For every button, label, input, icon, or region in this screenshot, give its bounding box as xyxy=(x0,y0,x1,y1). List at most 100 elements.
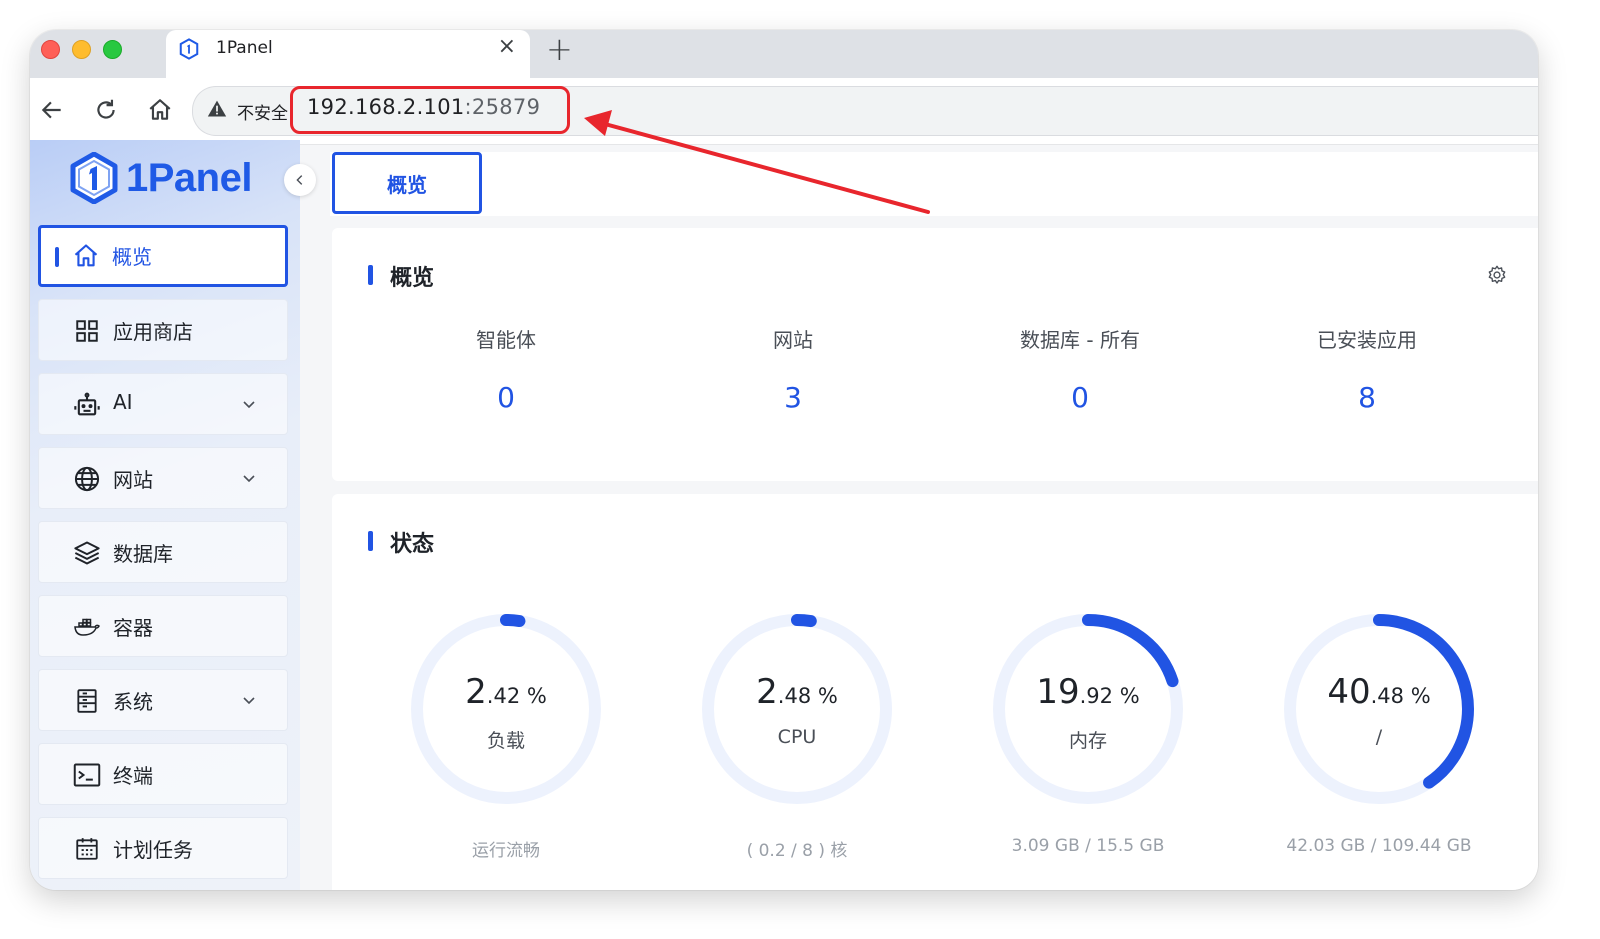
gauge-percent-unit: % xyxy=(811,684,838,708)
sidebar-item-app-store[interactable]: 应用商店 xyxy=(38,299,288,361)
gauge-percent-dec: .48 xyxy=(1370,684,1405,708)
close-window-button[interactable] xyxy=(41,40,60,59)
chevron-down-icon xyxy=(243,401,255,409)
sidebar-item-label: 应用商店 xyxy=(113,320,193,344)
gauge-percent: 2.42 % xyxy=(401,672,611,712)
sidebar-item-label: 概览 xyxy=(112,245,152,269)
sidebar-item-label: 数据库 xyxy=(113,542,173,566)
overview-card: 概览 智能体 0 网站 3 数据库 - 所有 0 已安装应用 8 xyxy=(332,228,1538,481)
gauge-load[interactable]: 2.42 % 负载 xyxy=(401,604,611,814)
calendar-icon xyxy=(73,835,101,863)
terminal-icon xyxy=(73,761,101,789)
status-title: 状态 xyxy=(370,526,434,558)
sidebar-item-label: 系统 xyxy=(113,690,153,714)
server-icon xyxy=(73,687,101,715)
tab-title: 1Panel xyxy=(216,38,273,58)
gear-icon[interactable] xyxy=(1486,264,1508,286)
gauge-memory[interactable]: 19.92 % 内存 xyxy=(983,604,1193,814)
chevron-down-icon xyxy=(243,475,255,483)
sidebar-item-label: 网站 xyxy=(113,468,153,492)
gauge-percent-int: 2 xyxy=(756,672,778,712)
gauge-sub-cpu: ( 0.2 / 8 ) 核 xyxy=(746,841,848,861)
gauge-sub-memory: 3.09 GB / 15.5 GB xyxy=(1011,836,1165,856)
browser-tab-bar: 1Panel × + xyxy=(30,30,1538,78)
stat-label: 数据库 - 所有 xyxy=(1020,328,1140,352)
gauge-percent-unit: % xyxy=(1113,684,1140,708)
logo[interactable]: 1Panel xyxy=(70,152,252,204)
home-icon xyxy=(72,242,100,270)
page-tabs: 概览 xyxy=(330,152,1538,216)
grid-icon xyxy=(73,317,101,345)
1panel-logo-icon xyxy=(70,152,118,204)
sidebar-item-label: 计划任务 xyxy=(113,838,193,862)
gauge-name: / xyxy=(1375,726,1383,748)
maximize-window-button[interactable] xyxy=(103,40,122,59)
gauge-percent: 40.48 % xyxy=(1274,672,1484,712)
sidebar-item-databases[interactable]: 数据库 xyxy=(38,521,288,583)
status-card: 状态 2.42 % 负载 运行流畅 2.48 % CPU ( 0.2 / 8)… xyxy=(332,494,1538,890)
stat-value[interactable]: 3 xyxy=(693,381,893,414)
chevron-down-icon xyxy=(243,697,255,705)
security-status[interactable]: 不安全 xyxy=(237,99,288,124)
sidebar-item-label: AI xyxy=(113,390,133,414)
gauge-percent-dec: .42 xyxy=(486,684,521,708)
stat-value[interactable]: 0 xyxy=(406,381,606,414)
overview-title-text: 概览 xyxy=(390,266,435,291)
chevron-left-icon xyxy=(296,175,303,185)
stat-databases: 数据库 - 所有 0 xyxy=(980,324,1180,414)
stat-value[interactable]: 0 xyxy=(980,381,1180,414)
gauge-sub-load: 运行流畅 xyxy=(472,841,540,861)
warning-icon[interactable] xyxy=(207,99,227,119)
arrow-left-icon xyxy=(41,101,61,119)
stat-label: 网站 xyxy=(773,328,813,352)
gauge-percent-unit: % xyxy=(1404,684,1431,708)
gauge-cpu[interactable]: 2.48 % CPU xyxy=(692,604,902,814)
browser-window: 1Panel × + 不安全 192.168.2.101:25879 1Pane… xyxy=(30,30,1538,890)
annotation-highlight-box xyxy=(290,86,570,134)
browser-tab-1panel[interactable]: 1Panel × xyxy=(166,30,530,78)
sidebar-item-system[interactable]: 系统 xyxy=(38,669,288,731)
tab-overview[interactable]: 概览 xyxy=(332,152,482,214)
back-button[interactable] xyxy=(36,94,68,126)
reload-icon xyxy=(97,99,115,119)
stat-label: 已安装应用 xyxy=(1317,328,1417,352)
sidebar-item-cronjobs[interactable]: 计划任务 xyxy=(38,817,288,879)
sidebar-item-websites[interactable]: 网站 xyxy=(38,447,288,509)
robot-icon xyxy=(73,391,101,419)
logo-text: 1Panel xyxy=(126,155,252,200)
gauge-percent-dec: .92 xyxy=(1079,684,1114,708)
overview-title: 概览 xyxy=(370,260,434,292)
stat-label: 智能体 xyxy=(476,328,536,352)
gauge-percent-int: 40 xyxy=(1327,672,1371,712)
browser-toolbar: 不安全 192.168.2.101:25879 xyxy=(30,78,1538,145)
reload-button[interactable] xyxy=(90,94,122,126)
status-title-text: 状态 xyxy=(390,532,435,557)
globe-icon xyxy=(73,465,101,493)
stat-agents: 智能体 0 xyxy=(406,324,606,414)
sidebar-item-overview[interactable]: 概览 xyxy=(38,225,288,287)
sidebar-item-containers[interactable]: 容器 xyxy=(38,595,288,657)
gauge-name: CPU xyxy=(777,726,817,748)
stat-websites: 网站 3 xyxy=(693,324,893,414)
sidebar-item-terminal[interactable]: 终端 xyxy=(38,743,288,805)
gauge-percent-unit: % xyxy=(520,684,547,708)
docker-icon xyxy=(73,613,101,641)
collapse-sidebar-button[interactable] xyxy=(284,164,316,196)
sidebar-item-ai[interactable]: AI xyxy=(38,373,288,435)
main-content: 概览 概览 智能体 0 网站 3 数据库 - 所有 0 已安装应用 8 状态 2… xyxy=(300,144,1538,890)
stat-value[interactable]: 8 xyxy=(1267,381,1467,414)
minimize-window-button[interactable] xyxy=(72,40,91,59)
gauge-percent-int: 2 xyxy=(465,672,487,712)
tab-close-icon[interactable]: × xyxy=(498,34,516,59)
gauge-disk[interactable]: 40.48 % / xyxy=(1274,604,1484,814)
gauge-name: 负载 xyxy=(486,730,525,752)
active-indicator xyxy=(55,247,59,267)
layers-icon xyxy=(73,539,101,567)
gauge-percent: 2.48 % xyxy=(692,672,902,712)
gauge-percent-int: 19 xyxy=(1036,672,1080,712)
sidebar: 1Panel 概览 应用商店 AI 网站 数据库 容器 系统 终端 计划任务 xyxy=(30,140,300,890)
home-icon xyxy=(149,99,171,120)
home-button[interactable] xyxy=(144,94,176,126)
sidebar-item-label: 终端 xyxy=(113,764,153,788)
new-tab-button[interactable]: + xyxy=(546,30,573,68)
